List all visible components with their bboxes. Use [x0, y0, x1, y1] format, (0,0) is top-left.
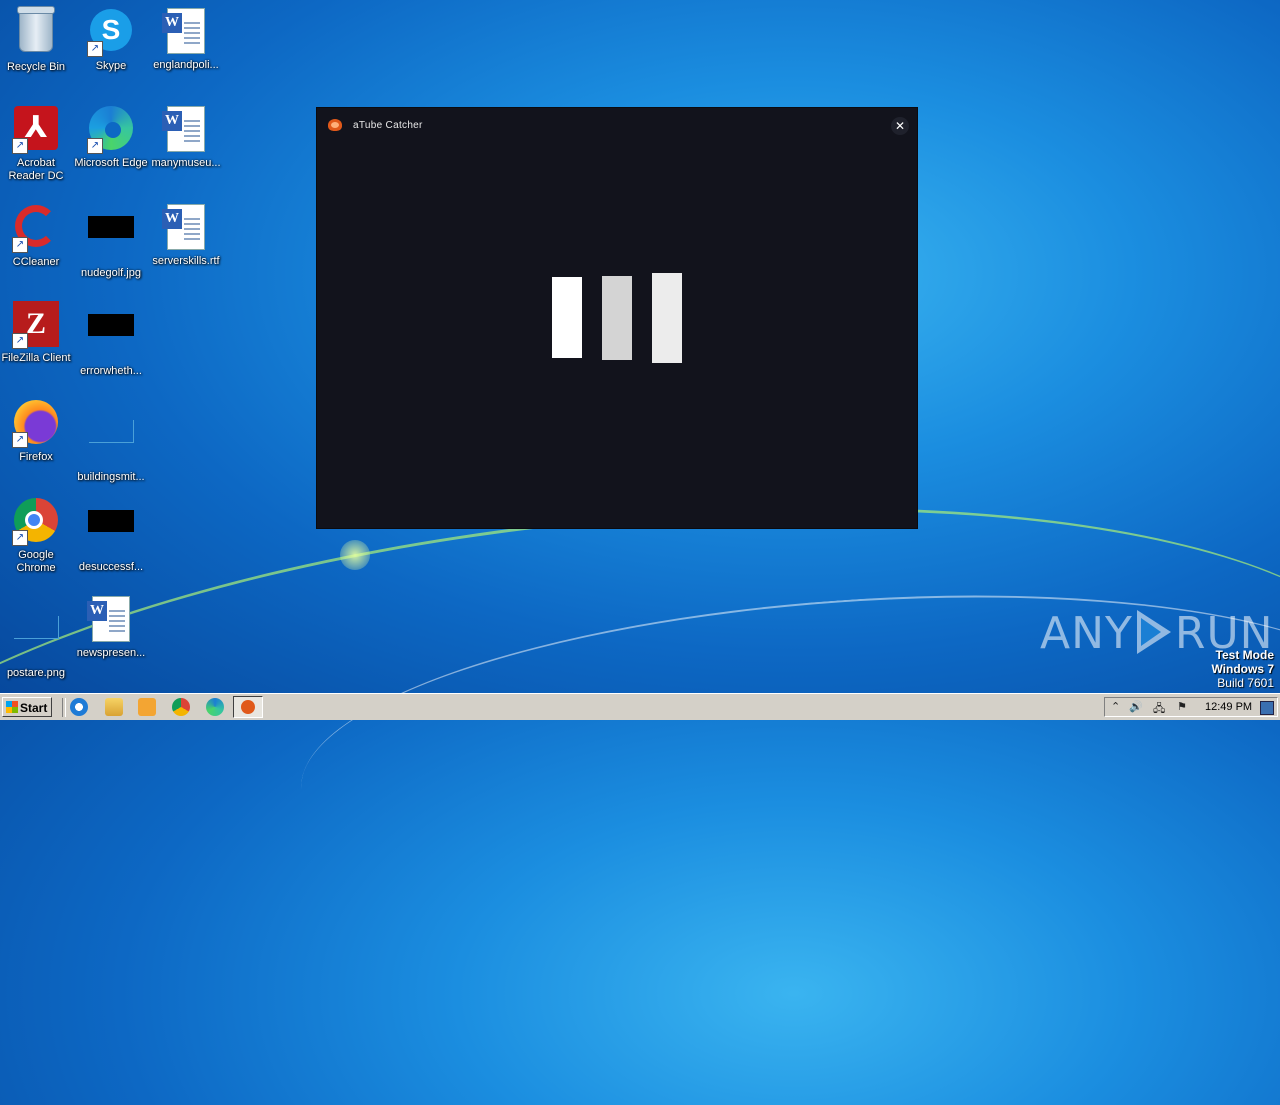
- system-tray: ⌃ 🔊 🖧 ⚑ 12:49 PM: [1104, 697, 1278, 717]
- atube-catcher-taskbar-button[interactable]: [233, 696, 263, 718]
- desktop-icon-google-chrome[interactable]: ↗ Google Chrome: [0, 496, 74, 575]
- recycle-bin-icon: [17, 6, 55, 52]
- show-desktop-icon[interactable]: [1260, 701, 1274, 715]
- desktop-icon-skype[interactable]: S ↗ Skype: [73, 6, 149, 73]
- media-player-icon[interactable]: [138, 698, 156, 716]
- shortcut-arrow-icon: ↗: [12, 530, 28, 546]
- internet-explorer-icon[interactable]: [70, 698, 88, 716]
- desktop-icon-englandpoli[interactable]: W englandpoli...: [148, 6, 224, 72]
- shortcut-arrow-icon: ↗: [12, 432, 28, 448]
- image-file-icon: [88, 314, 134, 336]
- word-document-icon: W: [162, 106, 205, 152]
- atube-catcher-icon: [241, 700, 255, 714]
- desktop-icon-firefox[interactable]: ↗ Firefox: [0, 398, 74, 464]
- file-icon: [88, 420, 134, 443]
- desktop-icon-buildingsmit[interactable]: buildingsmit...: [73, 398, 149, 484]
- desktop-icon-newspresen[interactable]: W newspresen...: [73, 594, 149, 660]
- wallpaper-glow: [340, 540, 370, 570]
- volume-icon[interactable]: 🔊: [1129, 700, 1143, 713]
- atube-catcher-window: aTube Catcher ✕: [317, 108, 917, 528]
- loading-bar: [602, 276, 632, 360]
- atube-catcher-icon: [328, 119, 342, 131]
- action-center-flag-icon[interactable]: ⚑: [1177, 700, 1187, 713]
- shortcut-arrow-icon: ↗: [12, 138, 28, 154]
- word-document-icon: W: [87, 596, 130, 642]
- desktop-icon-postare[interactable]: postare.png: [0, 594, 74, 680]
- shortcut-arrow-icon: ↗: [12, 333, 28, 349]
- desktop-icon-desuccessf[interactable]: desuccessf...: [73, 496, 149, 574]
- clock[interactable]: 12:49 PM: [1205, 701, 1252, 713]
- test-mode-notice: Test Mode Windows 7 Build 7601: [1211, 648, 1274, 690]
- image-file-icon: [88, 216, 134, 238]
- word-document-icon: W: [162, 204, 205, 250]
- show-hidden-icons-icon[interactable]: ⌃: [1111, 700, 1120, 713]
- taskbar: Start ⌃ 🔊 🖧 ⚑ 12:49 PM: [0, 693, 1280, 720]
- word-document-icon: W: [162, 8, 205, 54]
- chrome-taskbar-icon[interactable]: [172, 698, 190, 716]
- windows-logo-icon: [6, 701, 18, 713]
- file-explorer-icon[interactable]: [105, 698, 123, 716]
- desktop-icon-nudegolf[interactable]: nudegolf.jpg: [73, 202, 149, 280]
- desktop-icon-ccleaner[interactable]: ↗ CCleaner: [0, 202, 74, 269]
- edge-taskbar-icon[interactable]: [206, 698, 224, 716]
- shortcut-arrow-icon: ↗: [12, 237, 28, 253]
- desktop-icon-errorwheth[interactable]: errorwheth...: [73, 300, 149, 378]
- desktop-icon-microsoft-edge[interactable]: ↗ Microsoft Edge: [73, 104, 149, 170]
- desktop-icon-filezilla[interactable]: Z ↗ FileZilla Client: [0, 300, 74, 365]
- play-icon: [1136, 610, 1171, 654]
- desktop-icon-acrobat[interactable]: ⅄ ↗ Acrobat Reader DC: [0, 104, 74, 183]
- desktop-icon-manymuseu[interactable]: W manymuseu...: [148, 104, 224, 170]
- start-button[interactable]: Start: [2, 697, 52, 717]
- close-button[interactable]: ✕: [891, 117, 909, 135]
- window-title: aTube Catcher: [353, 120, 423, 131]
- image-file-icon: [13, 616, 59, 639]
- taskbar-separator: [62, 698, 66, 717]
- loading-bar: [552, 277, 582, 358]
- shortcut-arrow-icon: ↗: [87, 41, 103, 57]
- image-file-icon: [88, 510, 134, 532]
- loading-bar: [652, 273, 682, 363]
- network-icon[interactable]: 🖧: [1153, 700, 1165, 719]
- desktop-icon-serverskills[interactable]: W serverskills.rtf: [148, 202, 224, 268]
- shortcut-arrow-icon: ↗: [87, 138, 103, 154]
- desktop-icon-recycle-bin[interactable]: Recycle Bin: [0, 6, 74, 74]
